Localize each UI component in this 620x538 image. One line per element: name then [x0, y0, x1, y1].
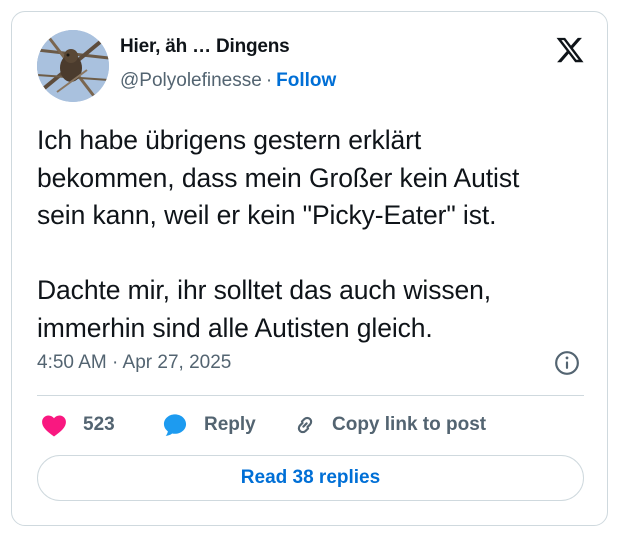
x-logo-icon[interactable] [555, 35, 585, 65]
avatar-image [37, 30, 109, 102]
copy-link-label: Copy link to post [332, 414, 487, 435]
read-replies-button[interactable]: Read 38 replies [37, 455, 584, 501]
heart-icon [42, 415, 66, 437]
author-handle-row: @Polyolefinesse · Follow [120, 70, 336, 92]
link-icon [297, 416, 313, 434]
avatar[interactable] [37, 30, 109, 102]
tweet-card: Hier, äh … Dingens @Polyolefinesse · Follo… [11, 11, 608, 526]
speech-bubble-icon [163, 414, 187, 436]
reply-label: Reply [204, 414, 256, 435]
author-handle[interactable]: @Polyolefinesse [120, 70, 262, 91]
info-icon[interactable] [554, 350, 580, 376]
like-count: 523 [83, 414, 115, 435]
reply-button[interactable]: Reply [162, 410, 256, 440]
handle-separator: · [265, 70, 273, 91]
tweet-text: Ich habe übrigens gestern erklärt bekomm… [37, 125, 520, 343]
like-button[interactable]: 523 [41, 410, 115, 440]
copy-link-button[interactable]: Copy link to post [292, 410, 486, 440]
author-display-name[interactable]: Hier, äh … Dingens [120, 36, 290, 58]
follow-button[interactable]: Follow [276, 70, 336, 91]
actions-divider [37, 395, 584, 396]
tweet-timestamp[interactable]: 4:50 AM · Apr 27, 2025 [37, 352, 231, 374]
